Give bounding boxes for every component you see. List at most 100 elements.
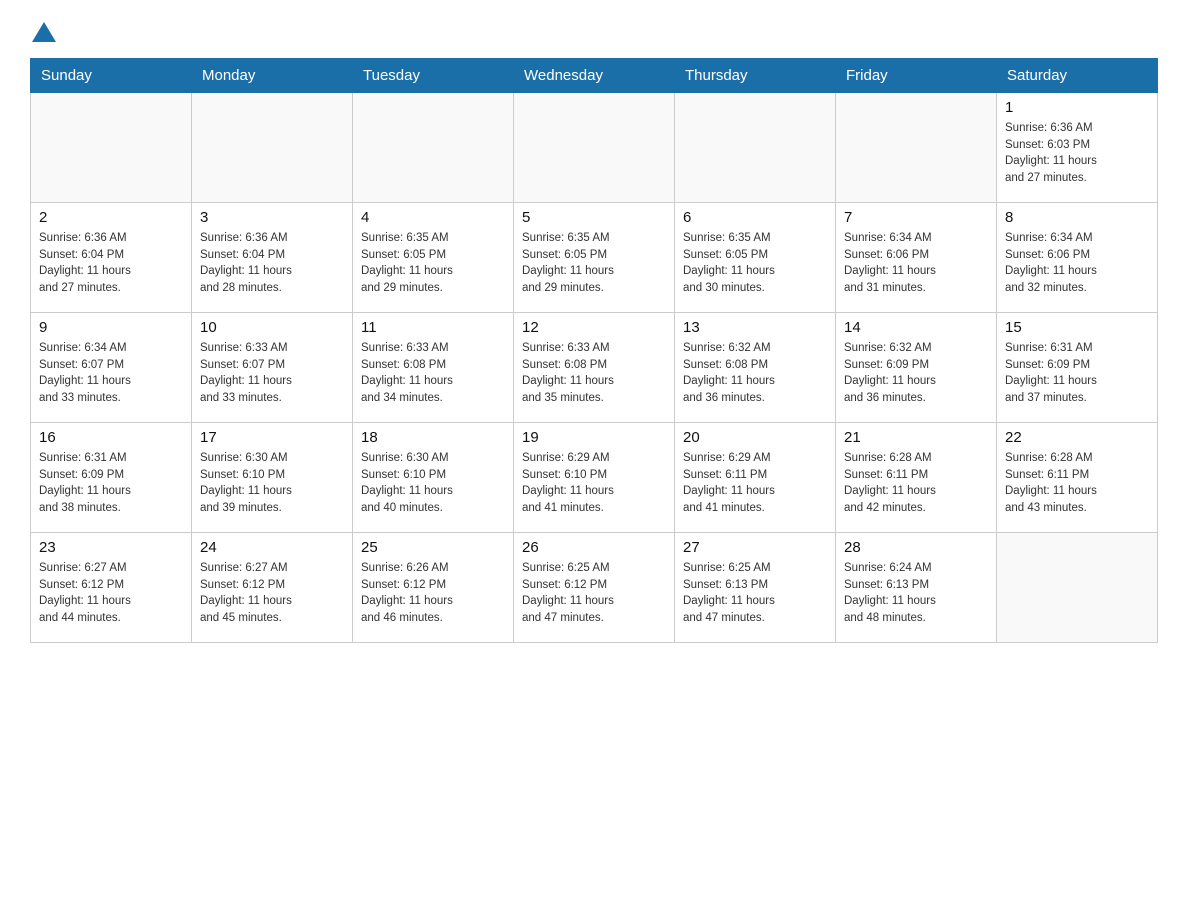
calendar-cell: 1 Sunrise: 6:36 AM Sunset: 6:03 PM Daylig… [997, 93, 1158, 203]
day-number: 28 [844, 539, 988, 556]
weekday-header-friday: Friday [836, 59, 997, 93]
weekday-header-sunday: Sunday [31, 59, 192, 93]
day-info: Sunrise: 6:33 AM Sunset: 6:07 PM Dayligh… [200, 340, 344, 407]
calendar-cell: 8 Sunrise: 6:34 AM Sunset: 6:06 PM Daylig… [997, 203, 1158, 313]
calendar-cell: 3 Sunrise: 6:36 AM Sunset: 6:04 PM Daylig… [192, 203, 353, 313]
day-info: Sunrise: 6:35 AM Sunset: 6:05 PM Dayligh… [683, 230, 827, 297]
day-info: Sunrise: 6:36 AM Sunset: 6:03 PM Dayligh… [1005, 120, 1149, 187]
weekday-header-row: SundayMondayTuesdayWednesdayThursdayFrid… [31, 59, 1158, 93]
day-number: 25 [361, 539, 505, 556]
calendar-cell: 20 Sunrise: 6:29 AM Sunset: 6:11 PM Dayli… [675, 423, 836, 533]
calendar-cell: 26 Sunrise: 6:25 AM Sunset: 6:12 PM Dayli… [514, 533, 675, 643]
weekday-header-monday: Monday [192, 59, 353, 93]
day-info: Sunrise: 6:30 AM Sunset: 6:10 PM Dayligh… [200, 450, 344, 517]
calendar-cell [192, 93, 353, 203]
day-info: Sunrise: 6:32 AM Sunset: 6:08 PM Dayligh… [683, 340, 827, 407]
day-number: 13 [683, 319, 827, 336]
day-info: Sunrise: 6:28 AM Sunset: 6:11 PM Dayligh… [844, 450, 988, 517]
calendar-week-row: 23 Sunrise: 6:27 AM Sunset: 6:12 PM Dayli… [31, 533, 1158, 643]
day-number: 4 [361, 209, 505, 226]
day-info: Sunrise: 6:28 AM Sunset: 6:11 PM Dayligh… [1005, 450, 1149, 517]
calendar-cell: 13 Sunrise: 6:32 AM Sunset: 6:08 PM Dayli… [675, 313, 836, 423]
day-info: Sunrise: 6:27 AM Sunset: 6:12 PM Dayligh… [39, 560, 183, 627]
day-number: 10 [200, 319, 344, 336]
day-number: 20 [683, 429, 827, 446]
day-info: Sunrise: 6:34 AM Sunset: 6:06 PM Dayligh… [844, 230, 988, 297]
day-info: Sunrise: 6:33 AM Sunset: 6:08 PM Dayligh… [361, 340, 505, 407]
calendar-cell: 2 Sunrise: 6:36 AM Sunset: 6:04 PM Daylig… [31, 203, 192, 313]
calendar-week-row: 9 Sunrise: 6:34 AM Sunset: 6:07 PM Daylig… [31, 313, 1158, 423]
calendar-cell: 27 Sunrise: 6:25 AM Sunset: 6:13 PM Dayli… [675, 533, 836, 643]
day-info: Sunrise: 6:27 AM Sunset: 6:12 PM Dayligh… [200, 560, 344, 627]
day-info: Sunrise: 6:36 AM Sunset: 6:04 PM Dayligh… [39, 230, 183, 297]
calendar-cell: 21Sunrise: 6:28 AM Sunset: 6:11 PM Dayli… [836, 423, 997, 533]
calendar-cell: 16 Sunrise: 6:31 AM Sunset: 6:09 PM Dayli… [31, 423, 192, 533]
calendar-cell: 22Sunrise: 6:28 AM Sunset: 6:11 PM Dayli… [997, 423, 1158, 533]
day-info: Sunrise: 6:35 AM Sunset: 6:05 PM Dayligh… [522, 230, 666, 297]
day-info: Sunrise: 6:25 AM Sunset: 6:13 PM Dayligh… [683, 560, 827, 627]
calendar-cell: 9 Sunrise: 6:34 AM Sunset: 6:07 PM Daylig… [31, 313, 192, 423]
day-info: Sunrise: 6:29 AM Sunset: 6:11 PM Dayligh… [683, 450, 827, 517]
calendar-cell: 11 Sunrise: 6:33 AM Sunset: 6:08 PM Dayli… [353, 313, 514, 423]
calendar-cell: 10 Sunrise: 6:33 AM Sunset: 6:07 PM Dayli… [192, 313, 353, 423]
calendar-cell: 18Sunrise: 6:30 AM Sunset: 6:10 PM Dayli… [353, 423, 514, 533]
calendar-week-row: 2 Sunrise: 6:36 AM Sunset: 6:04 PM Daylig… [31, 203, 1158, 313]
day-number: 19 [522, 429, 666, 446]
day-number: 12 [522, 319, 666, 336]
day-number: 11 [361, 319, 505, 336]
calendar-cell: 19 Sunrise: 6:29 AM Sunset: 6:10 PM Dayli… [514, 423, 675, 533]
day-number: 1 [1005, 99, 1149, 116]
calendar-cell: 6 Sunrise: 6:35 AM Sunset: 6:05 PM Daylig… [675, 203, 836, 313]
calendar-cell [675, 93, 836, 203]
day-info: Sunrise: 6:36 AM Sunset: 6:04 PM Dayligh… [200, 230, 344, 297]
day-number: 26 [522, 539, 666, 556]
calendar-cell [997, 533, 1158, 643]
day-number: 6 [683, 209, 827, 226]
calendar-cell: 5 Sunrise: 6:35 AM Sunset: 6:05 PM Daylig… [514, 203, 675, 313]
logo [30, 20, 58, 40]
day-number: 14 [844, 319, 988, 336]
weekday-header-wednesday: Wednesday [514, 59, 675, 93]
day-number: 17 [200, 429, 344, 446]
calendar-cell: 15 Sunrise: 6:31 AM Sunset: 6:09 PM Dayli… [997, 313, 1158, 423]
day-info: Sunrise: 6:31 AM Sunset: 6:09 PM Dayligh… [1005, 340, 1149, 407]
day-number: 5 [522, 209, 666, 226]
calendar-week-row: 16 Sunrise: 6:31 AM Sunset: 6:09 PM Dayli… [31, 423, 1158, 533]
calendar-cell: 7 Sunrise: 6:34 AM Sunset: 6:06 PM Daylig… [836, 203, 997, 313]
weekday-header-tuesday: Tuesday [353, 59, 514, 93]
day-number: 3 [200, 209, 344, 226]
day-info: Sunrise: 6:25 AM Sunset: 6:12 PM Dayligh… [522, 560, 666, 627]
page-header [30, 20, 1158, 40]
day-number: 16 [39, 429, 183, 446]
day-number: 7 [844, 209, 988, 226]
calendar-cell: 23 Sunrise: 6:27 AM Sunset: 6:12 PM Dayli… [31, 533, 192, 643]
day-number: 23 [39, 539, 183, 556]
calendar-table: SundayMondayTuesdayWednesdayThursdayFrid… [30, 58, 1158, 643]
day-number: 15 [1005, 319, 1149, 336]
weekday-header-thursday: Thursday [675, 59, 836, 93]
calendar-week-row: 1 Sunrise: 6:36 AM Sunset: 6:03 PM Daylig… [31, 93, 1158, 203]
day-number: 18 [361, 429, 505, 446]
day-info: Sunrise: 6:31 AM Sunset: 6:09 PM Dayligh… [39, 450, 183, 517]
calendar-cell: 25Sunrise: 6:26 AM Sunset: 6:12 PM Dayli… [353, 533, 514, 643]
day-info: Sunrise: 6:35 AM Sunset: 6:05 PM Dayligh… [361, 230, 505, 297]
day-info: Sunrise: 6:29 AM Sunset: 6:10 PM Dayligh… [522, 450, 666, 517]
day-number: 2 [39, 209, 183, 226]
day-info: Sunrise: 6:34 AM Sunset: 6:07 PM Dayligh… [39, 340, 183, 407]
day-info: Sunrise: 6:24 AM Sunset: 6:13 PM Dayligh… [844, 560, 988, 627]
day-info: Sunrise: 6:33 AM Sunset: 6:08 PM Dayligh… [522, 340, 666, 407]
calendar-cell [514, 93, 675, 203]
calendar-cell: 12 Sunrise: 6:33 AM Sunset: 6:08 PM Dayli… [514, 313, 675, 423]
weekday-header-saturday: Saturday [997, 59, 1158, 93]
day-number: 27 [683, 539, 827, 556]
day-number: 8 [1005, 209, 1149, 226]
logo-triangle-icon [32, 22, 56, 42]
day-number: 9 [39, 319, 183, 336]
day-info: Sunrise: 6:34 AM Sunset: 6:06 PM Dayligh… [1005, 230, 1149, 297]
calendar-cell: 17 Sunrise: 6:30 AM Sunset: 6:10 PM Dayli… [192, 423, 353, 533]
calendar-cell: 4 Sunrise: 6:35 AM Sunset: 6:05 PM Daylig… [353, 203, 514, 313]
calendar-cell [31, 93, 192, 203]
calendar-cell: 14 Sunrise: 6:32 AM Sunset: 6:09 PM Dayli… [836, 313, 997, 423]
day-info: Sunrise: 6:32 AM Sunset: 6:09 PM Dayligh… [844, 340, 988, 407]
calendar-body: 1 Sunrise: 6:36 AM Sunset: 6:03 PM Daylig… [31, 93, 1158, 643]
